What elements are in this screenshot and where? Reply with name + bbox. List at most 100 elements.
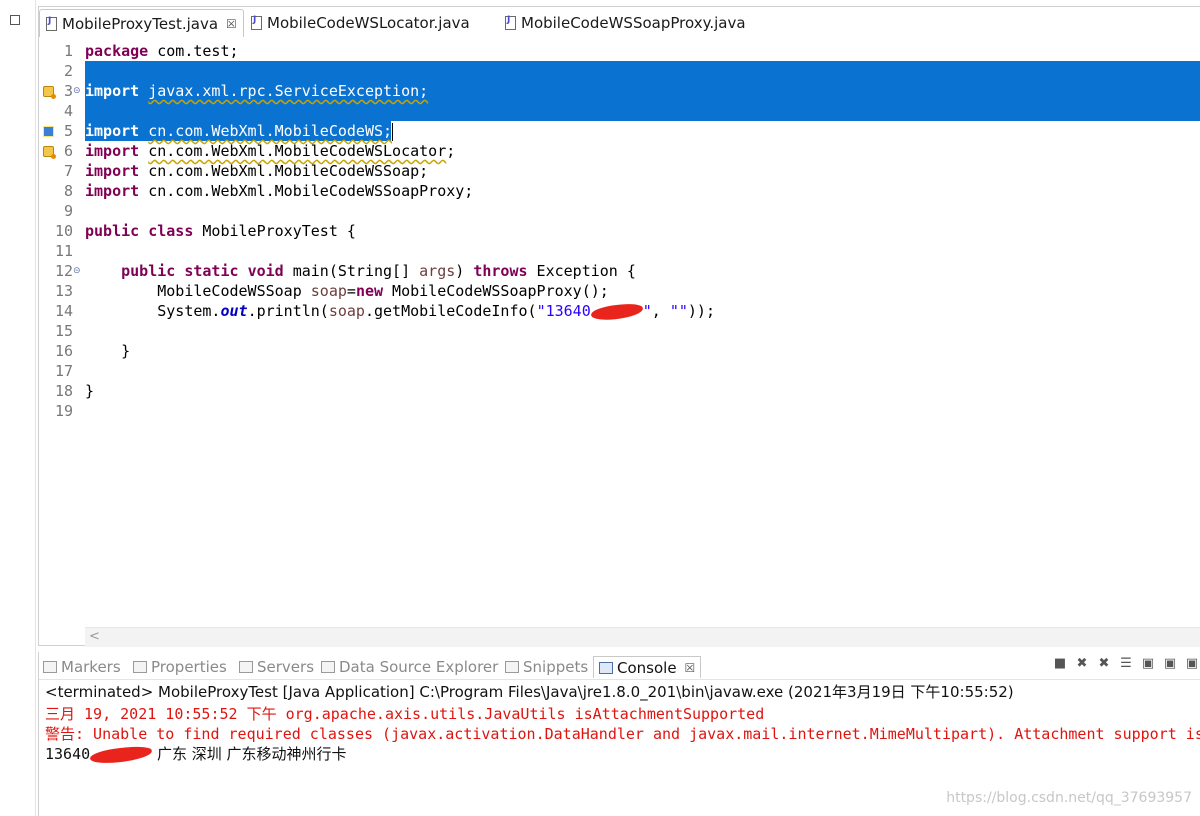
code-line-8: import cn.com.WebXml.MobileCodeWSSoapPro… [85,181,473,201]
line-number: 19 [54,402,73,420]
code-text: .println( [247,302,329,320]
tab-label: Servers [257,658,315,676]
clear-console-icon[interactable]: ☰ [1118,656,1134,672]
variable: soap [328,302,365,320]
keyword: throws [473,262,528,280]
snippets-icon [505,661,519,673]
line-number: 8 [63,182,73,200]
code-text-area[interactable]: package com.test; import javax.xml.rpc.S… [85,37,1200,627]
tab-properties[interactable]: Properties [133,656,227,678]
keyword: new [355,282,384,300]
keyword: import [85,122,140,140]
java-file-icon [251,15,262,30]
tab-servers[interactable]: Servers [239,656,314,678]
tab-label: Snippets [523,658,589,676]
tab-label: Markers [61,658,121,676]
code-line-10: public class MobileProxyTest { [85,221,356,241]
line-number: 5 [63,122,73,140]
line-number-gutter: 1 2 3 4 5 6 7 8 9 10 11 12 13 14 15 16 1… [39,37,84,627]
line-number: 3 [63,82,73,100]
warning-marker-icon[interactable] [43,86,56,99]
code-line-7: import cn.com.WebXml.MobileCodeWSSoap; [85,161,428,181]
left-sidebar-strip [0,0,36,816]
close-icon[interactable]: ☒ [226,17,237,31]
code-line-14: System.out.println(soap.getMobileCodeInf… [85,301,715,322]
output-number: 13640 [45,745,91,763]
tab-label: Data Source Explorer [339,658,499,676]
quick-fix-marker-icon[interactable] [43,126,54,137]
line-number: 14 [54,302,73,320]
pin-console-icon[interactable]: ▣ [1184,656,1200,672]
code-text: , [651,302,670,320]
tab-mobileproxytest[interactable]: MobileProxyTest.java ☒ [39,9,244,37]
terminate-icon[interactable]: ■ [1052,656,1068,672]
console-error-line: 三月 19, 2021 10:55:52 下午 org.apache.axis.… [45,705,765,723]
tab-label: Console [617,658,677,677]
keyword: package [85,42,149,60]
console-toolbar: ■ ✖ ✖ ☰ ▣ ▣ ▣ [1052,656,1200,676]
tab-mobilecodewslocator[interactable]: MobileCodeWSLocator.java [251,9,470,37]
tab-mobilecodewssoapproxy[interactable]: MobileCodeWSSoapProxy.java [505,9,746,37]
tab-snippets[interactable]: Snippets [505,656,588,678]
keyword: import [85,162,140,180]
line-number: 9 [63,202,73,220]
fold-collapse-icon[interactable]: ⊝ [73,86,81,96]
code-text: MobileCodeWSSoap [157,282,311,300]
editor-tab-bar: MobileProxyTest.java ☒ MobileCodeWSLocat… [39,7,1200,37]
code-text: MobileCodeWSSoapProxy(); [383,282,609,300]
line-number: 1 [63,42,73,60]
java-file-icon [46,16,57,31]
output-result: 广东 深圳 广东移动神州行卡 [156,745,347,763]
code-text: com.test; [148,42,239,60]
static-field: out [220,302,248,320]
tab-label: MobileProxyTest.java [62,14,219,33]
keyword: void [247,262,284,280]
line-number: 7 [63,162,73,180]
tab-label: MobileCodeWSSoapProxy.java [521,14,746,32]
line-number: 13 [54,282,73,300]
redaction-scribble [590,301,644,322]
line-number: 16 [54,342,73,360]
console-output-line: 13640 广东 深圳 广东移动神州行卡 [45,744,347,765]
string-literal: "" [669,302,688,320]
code-text: } [85,382,95,400]
fold-collapse-icon[interactable]: ⊝ [73,266,81,276]
code-line-6: import cn.com.WebXml.MobileCodeWSLocator… [85,141,455,161]
code-text: } [85,342,131,360]
tab-console[interactable]: Console ☒ [593,656,702,678]
string-literal: " [642,302,652,320]
code-text: ; [446,142,456,160]
tab-data-source-explorer[interactable]: Data Source Explorer [321,656,498,678]
keyword: static [184,262,239,280]
servers-icon [239,661,253,673]
code-text: MobileProxyTest { [193,222,356,240]
line-number: 12 [54,262,73,280]
code-line-13: MobileCodeWSSoap soap=new MobileCodeWSSo… [85,281,609,301]
view-tab-bar: Markers Properties Servers Data Source E… [39,652,1200,680]
word-wrap-icon[interactable]: ▣ [1162,656,1178,672]
code-line-16: } [85,341,130,361]
keyword: import [85,82,140,100]
line-number: 15 [54,322,73,340]
close-icon[interactable]: ☒ [685,661,696,675]
code-text: )); [687,302,715,320]
properties-icon [133,661,147,673]
java-file-icon [505,15,516,30]
line-number: 10 [54,222,73,240]
tab-markers[interactable]: Markers [43,656,121,678]
data-source-icon [321,661,335,673]
code-text: javax.xml.rpc.ServiceException; [148,82,429,100]
remove-launch-icon[interactable]: ✖ [1074,656,1090,672]
variable: args [419,262,456,280]
scroll-lock-icon[interactable]: ▣ [1140,656,1156,672]
remove-all-terminated-icon[interactable]: ✖ [1096,656,1112,672]
horizontal-scrollbar[interactable]: < [85,627,1200,647]
restore-view-icon[interactable] [10,15,20,25]
code-text: ) [455,262,474,280]
warning-marker-icon[interactable] [43,146,56,159]
scroll-left-arrow-icon[interactable]: < [89,629,100,644]
